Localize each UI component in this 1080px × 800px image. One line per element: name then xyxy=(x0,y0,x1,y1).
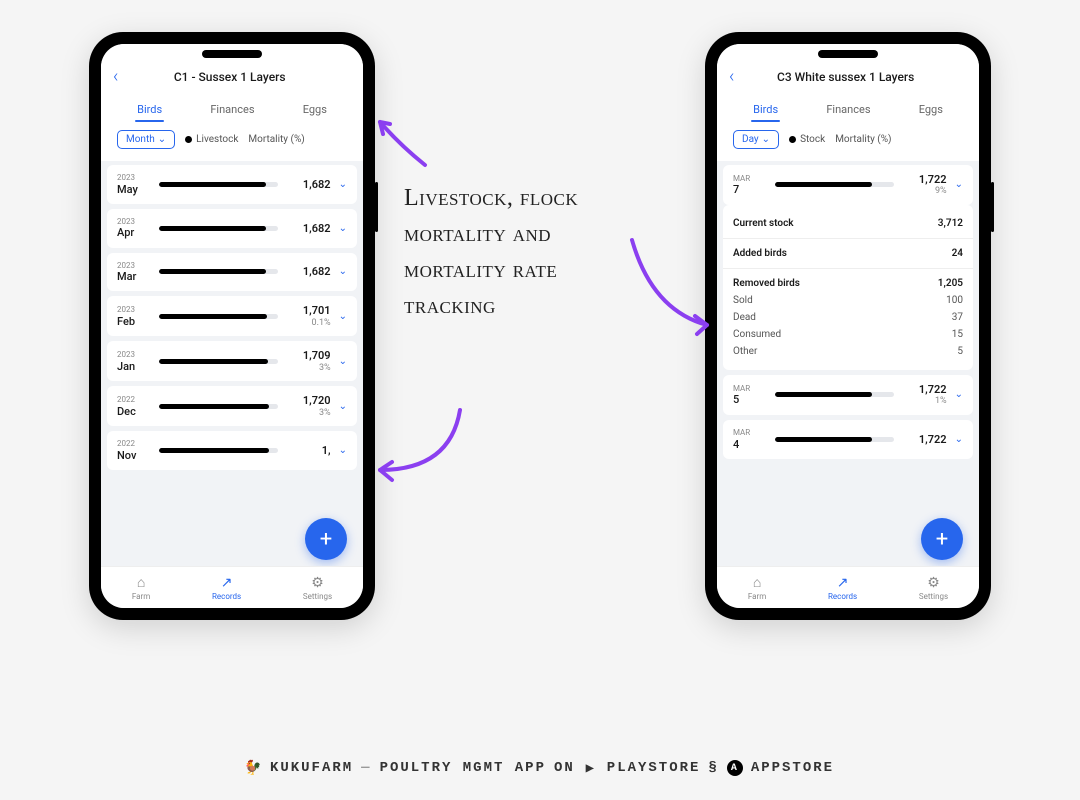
detail-sub-row: Consumed15 xyxy=(733,326,963,343)
back-icon[interactable]: ‹ xyxy=(113,66,118,87)
bottom-nav: ⌂Farm ↗Records ⚙Settings xyxy=(717,566,979,608)
tab-birds[interactable]: Birds xyxy=(135,99,164,122)
bottom-nav: ⌂Farm ↗Records ⚙Settings xyxy=(101,566,363,608)
dot-icon xyxy=(789,136,796,143)
arrow-icon xyxy=(370,400,480,504)
annotation-text: Livestock, flock mortality and mortality… xyxy=(404,180,644,324)
dot-icon xyxy=(185,136,192,143)
period-dropdown[interactable]: Month ⌄ xyxy=(117,130,175,149)
footer-desc: POULTRY MGMT APP xyxy=(380,760,546,776)
add-button[interactable]: + xyxy=(305,518,347,560)
tabs: Birds Finances Eggs xyxy=(729,95,967,122)
rows-list: 2023May1,682⌄ 2023Apr1,682⌄ 2023Mar1,682⌄ 2… xyxy=(101,161,363,474)
tab-eggs[interactable]: Eggs xyxy=(917,99,945,122)
legend-livestock: Livestock xyxy=(185,134,238,145)
phone-mockup-left: ‹ C1 - Sussex 1 Layers Birds Finances Eg… xyxy=(89,32,375,620)
tabs: Birds Finances Eggs xyxy=(113,95,351,122)
page-title: C1 - Sussex 1 Layers xyxy=(126,70,351,84)
phone-mockup-right: ‹ C3 White sussex 1 Layers Birds Finance… xyxy=(705,32,991,620)
table-row[interactable]: 2023Apr1,682⌄ xyxy=(107,209,357,248)
header: ‹ C1 - Sussex 1 Layers Birds Finances Eg… xyxy=(101,44,363,161)
table-row[interactable]: 2023Jan1,7093%⌄ xyxy=(107,341,357,381)
period-label: Day xyxy=(742,134,759,145)
nav-settings[interactable]: ⚙Settings xyxy=(919,575,948,601)
add-button[interactable]: + xyxy=(921,518,963,560)
chevron-down-icon: ⌄ xyxy=(339,445,347,456)
legend-stock: Stock xyxy=(789,134,825,145)
chevron-down-icon: ⌄ xyxy=(339,179,347,190)
nav-farm[interactable]: ⌂Farm xyxy=(748,574,766,601)
screen-left: ‹ C1 - Sussex 1 Layers Birds Finances Eg… xyxy=(101,44,363,608)
chevron-down-icon: ⌄ xyxy=(339,266,347,277)
chevron-down-icon: ⌄ xyxy=(339,223,347,234)
chevron-down-icon: ⌄ xyxy=(339,311,347,322)
chart-icon: ↗ xyxy=(221,575,233,591)
footer: 🐓 KUKUFARM — POULTRY MGMT APP ON ▶ PLAYS… xyxy=(0,760,1080,776)
tab-finances[interactable]: Finances xyxy=(824,99,872,122)
nav-settings[interactable]: ⚙Settings xyxy=(303,575,332,601)
playstore-icon: ▶ xyxy=(583,760,599,776)
tab-finances[interactable]: Finances xyxy=(208,99,256,122)
chevron-down-icon: ⌄ xyxy=(339,356,347,367)
arrow-icon xyxy=(370,110,440,184)
bar xyxy=(775,182,894,187)
detail-sub-row: Other5 xyxy=(733,343,963,360)
gear-icon: ⚙ xyxy=(927,575,940,591)
legend-mortality: Mortality (%) xyxy=(248,134,304,145)
chevron-down-icon: ⌄ xyxy=(955,389,963,400)
chevron-down-icon: ⌄ xyxy=(955,434,963,445)
tab-eggs[interactable]: Eggs xyxy=(301,99,329,122)
arrow-icon xyxy=(622,230,722,344)
nav-records[interactable]: ↗Records xyxy=(828,575,857,601)
table-row[interactable]: 2022Nov1,⌄ xyxy=(107,431,357,470)
tab-birds[interactable]: Birds xyxy=(751,99,780,122)
chevron-down-icon: ⌄ xyxy=(158,134,166,145)
screen-right: ‹ C3 White sussex 1 Layers Birds Finance… xyxy=(717,44,979,608)
chevron-down-icon: ⌄ xyxy=(955,179,963,190)
nav-records[interactable]: ↗Records xyxy=(212,575,241,601)
home-icon: ⌂ xyxy=(753,574,761,591)
nav-farm[interactable]: ⌂Farm xyxy=(132,574,150,601)
table-row[interactable]: MAR51,7221%⌄ xyxy=(723,375,973,415)
chevron-down-icon: ⌄ xyxy=(762,134,770,145)
table-row[interactable]: 2023May1,682⌄ xyxy=(107,165,357,204)
chevron-down-icon: ⌄ xyxy=(339,401,347,412)
gear-icon: ⚙ xyxy=(311,575,324,591)
back-icon[interactable]: ‹ xyxy=(729,66,734,87)
period-dropdown[interactable]: Day ⌄ xyxy=(733,130,779,149)
table-row[interactable]: 2022Dec1,7203%⌄ xyxy=(107,386,357,426)
page-title: C3 White sussex 1 Layers xyxy=(742,70,967,84)
table-row[interactable]: 2023Feb1,7010.1%⌄ xyxy=(107,296,357,336)
legend-mortality: Mortality (%) xyxy=(835,134,891,145)
table-row[interactable]: MAR7 1,7229% ⌄ xyxy=(723,165,973,205)
rows-after: MAR51,7221%⌄ MAR41,722⌄ xyxy=(717,375,979,463)
detail-panel: Current stock3,712 Added birds24 Removed… xyxy=(723,205,973,370)
detail-sub-row: Sold100 xyxy=(733,292,963,309)
brand-name: KUKUFARM xyxy=(270,760,353,776)
chart-icon: ↗ xyxy=(837,575,849,591)
header: ‹ C3 White sussex 1 Layers Birds Finance… xyxy=(717,44,979,161)
brand-icon: 🐓 xyxy=(246,760,262,776)
table-row[interactable]: MAR41,722⌄ xyxy=(723,420,973,459)
table-row[interactable]: 2023Mar1,682⌄ xyxy=(107,253,357,292)
detail-sub-row: Dead37 xyxy=(733,309,963,326)
appstore-label[interactable]: APPSTORE xyxy=(751,760,834,776)
home-icon: ⌂ xyxy=(137,574,145,591)
period-label: Month xyxy=(126,134,155,145)
top-row-container: MAR7 1,7229% ⌄ xyxy=(717,161,979,205)
playstore-label[interactable]: PLAYSTORE xyxy=(607,760,701,776)
appstore-icon: A xyxy=(727,760,743,776)
